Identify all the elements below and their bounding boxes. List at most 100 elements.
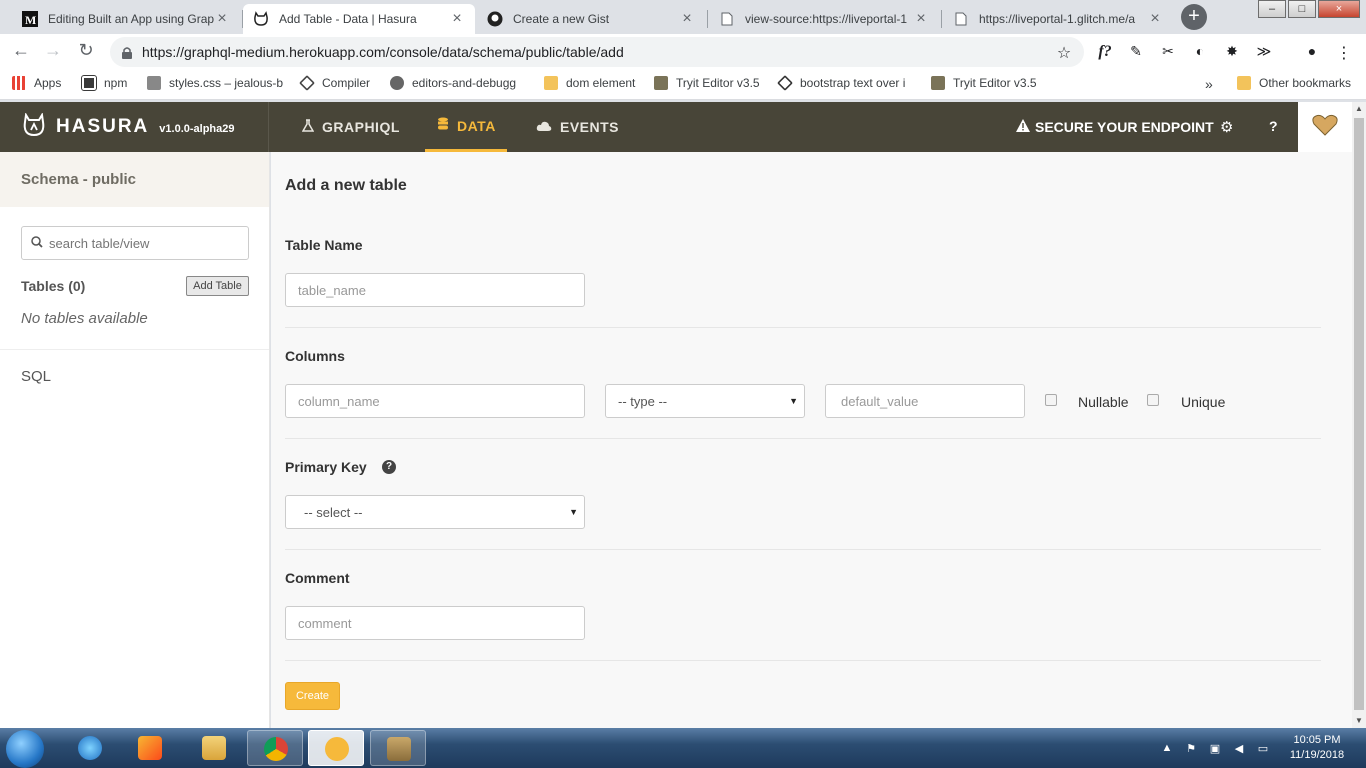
- add-table-button[interactable]: Add Table: [186, 276, 249, 296]
- network-icon[interactable]: ▭: [1256, 741, 1270, 755]
- windows-start-button[interactable]: [6, 730, 44, 768]
- brand-name: HASURA: [56, 116, 150, 137]
- heart-button[interactable]: [1298, 102, 1352, 152]
- vertical-scrollbar[interactable]: ▲ ▼: [1352, 102, 1366, 728]
- primary-key-select[interactable]: -- select -- ▼: [285, 495, 585, 529]
- device-icon[interactable]: ▣: [1208, 741, 1222, 755]
- scroll-down-arrow-icon[interactable]: ▼: [1352, 714, 1366, 728]
- new-tab-button[interactable]: +: [1181, 4, 1207, 30]
- maximize-icon[interactable]: □: [1288, 0, 1316, 18]
- hasura-logo[interactable]: HASURA v1.0.0-alpha29: [0, 102, 269, 152]
- secure-endpoint-link[interactable]: SECURE YOUR ENDPOINT: [1016, 102, 1214, 152]
- schema-selector[interactable]: Schema - public: [0, 152, 269, 207]
- back-arrow-icon[interactable]: ←: [9, 40, 33, 61]
- taskbar-notes[interactable]: [370, 730, 426, 766]
- close-icon[interactable]: ×: [214, 10, 230, 28]
- close-icon[interactable]: ×: [449, 10, 465, 28]
- taskbar-media-player[interactable]: [122, 730, 178, 766]
- taskbar-chrome[interactable]: [247, 730, 303, 766]
- feather-extension-icon[interactable]: ✎: [1126, 43, 1146, 60]
- bookmark-bootstrap[interactable]: bootstrap text over i: [777, 75, 905, 91]
- close-icon[interactable]: ×: [913, 10, 929, 28]
- search-box[interactable]: [21, 226, 249, 260]
- warning-icon: [1016, 119, 1030, 135]
- cloud-icon: [536, 119, 552, 135]
- bookmark-star-icon[interactable]: ☆: [1054, 43, 1074, 63]
- browser-tab[interactable]: Create a new Gist ×: [477, 4, 705, 34]
- close-icon[interactable]: ×: [1147, 10, 1163, 28]
- nav-graphiql[interactable]: GRAPHIQL: [301, 102, 400, 152]
- app-icon: [325, 737, 349, 761]
- clock[interactable]: 10:05 PM 11/19/2018: [1282, 733, 1352, 763]
- apps-grid-icon: [12, 76, 26, 90]
- volume-icon[interactable]: ◀: [1232, 741, 1246, 755]
- clock-time: 10:05 PM: [1293, 734, 1341, 746]
- media-player-icon: [138, 736, 162, 760]
- gear-icon[interactable]: ⚙: [1220, 118, 1233, 136]
- flag-icon[interactable]: ⚑: [1184, 741, 1198, 755]
- section-divider: [285, 327, 1321, 328]
- profile-avatar-icon[interactable]: ●: [1302, 43, 1322, 59]
- page-icon: [719, 11, 735, 27]
- chrome-icon: [264, 737, 288, 761]
- app-header: HASURA v1.0.0-alpha29 GRAPHIQL DATA EVEN…: [0, 102, 1352, 152]
- unique-checkbox[interactable]: [1147, 394, 1159, 406]
- browser-tab[interactable]: view-source:https://liveportal-1 ×: [709, 4, 939, 34]
- column-name-input[interactable]: column_name: [285, 384, 585, 418]
- taskbar-ie[interactable]: [62, 730, 118, 766]
- extension-icon[interactable]: ≫: [1254, 43, 1274, 60]
- tab-separator: [941, 10, 942, 28]
- other-bookmarks[interactable]: Other bookmarks: [1237, 76, 1351, 90]
- show-hidden-icons-icon[interactable]: ▲: [1160, 741, 1174, 755]
- scroll-up-arrow-icon[interactable]: ▲: [1352, 102, 1366, 116]
- extension-icon[interactable]: ✂: [1158, 43, 1178, 60]
- github-icon: [487, 11, 503, 27]
- taskbar-explorer[interactable]: [186, 730, 242, 766]
- bookmark-tryit[interactable]: Tryit Editor v3.5: [654, 76, 760, 90]
- scrollbar-thumb[interactable]: [1354, 118, 1364, 710]
- browser-tab-active[interactable]: Add Table - Data | Hasura ×: [243, 4, 475, 34]
- browser-tab-strip: M Editing Built an App using Grap × Add …: [0, 0, 1366, 34]
- menu-dots-icon[interactable]: ⋮: [1334, 43, 1354, 63]
- bookmark-dom-element[interactable]: dom element: [544, 76, 635, 90]
- tab-separator: [707, 10, 708, 28]
- hasura-logo-icon: [22, 111, 46, 142]
- column-type-select[interactable]: -- type -- ▼: [605, 384, 805, 418]
- fquery-extension-icon[interactable]: f?: [1095, 43, 1115, 61]
- section-divider: [285, 438, 1321, 439]
- bookmark-tryit-2[interactable]: Tryit Editor v3.5: [931, 76, 1037, 90]
- bookmark-editors[interactable]: editors-and-debugg: [390, 76, 516, 90]
- forward-arrow-icon[interactable]: →: [41, 40, 65, 61]
- extension-icon[interactable]: ◐: [1190, 43, 1210, 59]
- create-button[interactable]: Create: [285, 682, 340, 710]
- reload-icon[interactable]: ↻: [74, 40, 98, 61]
- window-close-icon[interactable]: ×: [1318, 0, 1360, 18]
- no-tables-message: No tables available: [21, 310, 148, 327]
- minimize-icon[interactable]: –: [1258, 0, 1286, 18]
- nav-events[interactable]: EVENTS: [536, 102, 619, 152]
- page-title: Add a new table: [285, 177, 407, 194]
- nullable-checkbox[interactable]: [1045, 394, 1057, 406]
- bookmark-compiler[interactable]: Compiler: [299, 75, 370, 91]
- more-bookmarks-chevron-icon[interactable]: »: [1205, 76, 1213, 92]
- nav-data[interactable]: DATA: [425, 102, 507, 152]
- sql-link[interactable]: SQL: [21, 368, 51, 385]
- default-value-input[interactable]: default_value: [825, 384, 1025, 418]
- extension-icon[interactable]: ✸: [1222, 43, 1242, 60]
- notes-icon: [387, 737, 411, 761]
- lock-icon: [122, 46, 132, 59]
- question-circle-icon[interactable]: ?: [382, 460, 396, 474]
- taskbar-active-app[interactable]: [308, 730, 364, 766]
- sidebar-divider: [0, 349, 269, 350]
- search-input[interactable]: [49, 235, 229, 251]
- address-bar[interactable]: https://graphql-medium.herokuapp.com/con…: [110, 37, 1084, 67]
- bookmark-apps[interactable]: Apps: [12, 76, 61, 90]
- table-name-input[interactable]: table_name: [285, 273, 585, 307]
- browser-tab[interactable]: M Editing Built an App using Grap ×: [12, 4, 240, 34]
- close-icon[interactable]: ×: [679, 10, 695, 28]
- help-icon[interactable]: ?: [1269, 118, 1278, 134]
- bookmark-styles[interactable]: styles.css – jealous-b: [147, 76, 283, 90]
- comment-input[interactable]: comment: [285, 606, 585, 640]
- browser-tab[interactable]: https://liveportal-1.glitch.me/a ×: [943, 4, 1173, 34]
- bookmark-npm[interactable]: npm: [81, 75, 127, 91]
